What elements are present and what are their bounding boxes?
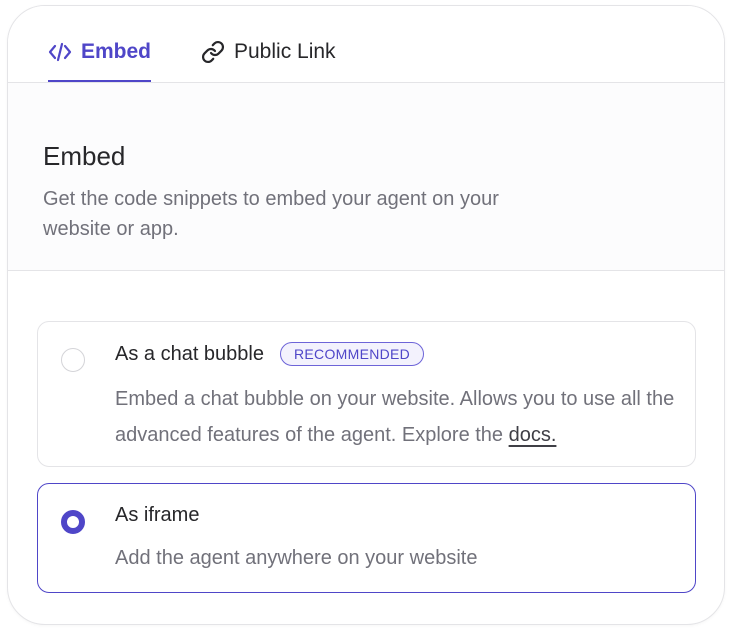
iframe-title: As iframe	[115, 504, 200, 526]
page-title: Embed	[43, 141, 126, 171]
chat-bubble-description: Embed a chat bubble on your website. All…	[115, 381, 680, 453]
iframe-radio[interactable]	[61, 510, 85, 534]
tab-embed-label: Embed	[81, 40, 152, 63]
embed-header: Embed Get the code snippets to embed you…	[8, 83, 724, 271]
tab-bar: Embed Public Link	[8, 6, 724, 83]
chat-bubble-title: As a chat bubble	[115, 342, 264, 365]
option-chat-bubble[interactable]: As a chat bubble RECOMMENDED Embed a cha…	[37, 321, 696, 467]
option-iframe[interactable]: As iframe Add the agent anywhere on your…	[37, 483, 696, 593]
chat-bubble-radio[interactable]	[61, 348, 85, 372]
chat-bubble-description-text: Embed a chat bubble on your website. All…	[115, 388, 675, 446]
tab-embed[interactable]: Embed	[48, 40, 152, 82]
tab-public-link-label: Public Link	[234, 40, 336, 63]
iframe-description: Add the agent anywhere on your website	[115, 547, 478, 569]
page-subtitle: Get the code snippets to embed your agen…	[43, 188, 499, 240]
recommended-badge: RECOMMENDED	[280, 342, 425, 366]
link-icon	[201, 40, 225, 64]
iframe-title-row: As iframe	[115, 504, 199, 527]
tab-public-link[interactable]: Public Link	[201, 40, 336, 82]
embed-card: Embed Public Link Embed Get the code sni…	[7, 5, 725, 625]
docs-link[interactable]: docs.	[509, 424, 557, 446]
chat-bubble-title-row: As a chat bubble RECOMMENDED	[115, 342, 425, 366]
code-icon	[48, 41, 72, 63]
